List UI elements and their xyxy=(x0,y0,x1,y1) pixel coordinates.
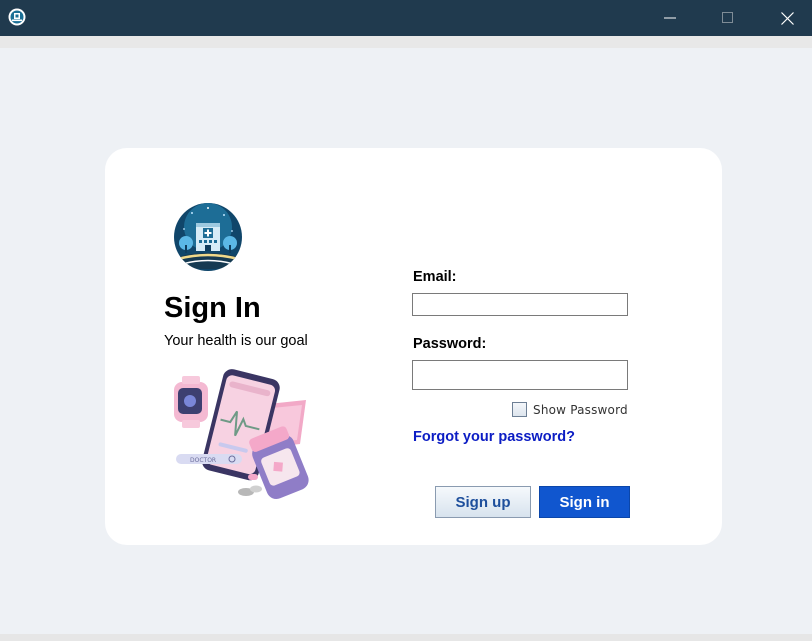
email-label: Email: xyxy=(413,269,457,285)
password-field[interactable] xyxy=(412,360,628,390)
minimize-button[interactable] xyxy=(641,0,699,36)
sign-up-button[interactable]: Sign up xyxy=(435,486,531,518)
title-bar xyxy=(0,0,812,36)
show-password-toggle[interactable]: Show Password xyxy=(512,402,628,417)
bottom-strip xyxy=(0,634,812,641)
page-subtitle: Your health is our goal xyxy=(164,333,308,349)
minimize-icon xyxy=(664,17,676,19)
password-label: Password: xyxy=(413,336,487,352)
sign-in-button[interactable]: Sign in xyxy=(539,486,630,518)
hospital-logo-icon xyxy=(174,203,242,271)
close-button[interactable] xyxy=(758,0,812,36)
app-logo-icon xyxy=(8,8,26,26)
close-icon xyxy=(780,11,794,25)
forgot-password-link[interactable]: Forgot your password? xyxy=(413,428,575,446)
show-password-label: Show Password xyxy=(533,402,628,417)
show-password-checkbox[interactable] xyxy=(512,402,527,417)
illustration-search-text: DOCTOR xyxy=(190,457,216,464)
email-field[interactable] xyxy=(412,293,628,316)
health-app-illustration: DOCTOR xyxy=(174,369,309,500)
menu-strip xyxy=(0,36,812,48)
maximize-icon xyxy=(722,12,733,23)
maximize-button[interactable] xyxy=(699,0,757,36)
page-title: Sign In xyxy=(164,292,261,324)
